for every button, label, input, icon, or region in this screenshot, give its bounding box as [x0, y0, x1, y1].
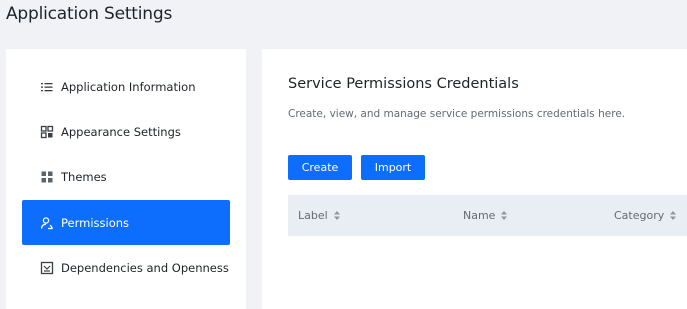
column-header-name[interactable]: Name: [463, 195, 508, 236]
sidebar-item-dependencies-and-openness[interactable]: Dependencies and Openness: [22, 245, 230, 290]
sidebar: Application Information Appearance Setti…: [6, 49, 246, 309]
tiles-icon: [40, 170, 54, 184]
sidebar-item-permissions[interactable]: Permissions: [22, 200, 230, 245]
sort-icon: [500, 210, 508, 221]
grid-layout-icon: [40, 125, 54, 139]
sort-icon: [669, 210, 677, 221]
column-header-text: Category: [614, 209, 665, 222]
list-icon: [40, 80, 54, 94]
sidebar-item-application-information[interactable]: Application Information: [22, 64, 230, 109]
page-title: Application Settings: [6, 4, 173, 24]
create-button[interactable]: Create: [288, 155, 352, 180]
table-header: Label Name Category: [288, 195, 687, 236]
user-permission-icon: [40, 216, 54, 230]
import-button[interactable]: Import: [361, 155, 425, 180]
sort-icon: [333, 210, 341, 221]
column-header-text: Name: [463, 209, 496, 222]
section-description: Create, view, and manage service permiss…: [288, 108, 626, 120]
sidebar-item-label: Application Information: [61, 79, 196, 94]
column-header-text: Label: [298, 209, 328, 222]
section-title: Service Permissions Credentials: [288, 76, 519, 92]
sidebar-item-label: Appearance Settings: [61, 124, 181, 139]
main-panel: Service Permissions Credentials Create, …: [262, 49, 687, 309]
dependency-icon: [40, 261, 54, 275]
sidebar-item-label: Themes: [61, 169, 107, 184]
sidebar-item-label: Permissions: [61, 215, 130, 230]
column-header-category[interactable]: Category: [614, 195, 677, 236]
sidebar-item-label: Dependencies and Openness: [61, 260, 229, 275]
sidebar-item-appearance-settings[interactable]: Appearance Settings: [22, 109, 230, 154]
column-header-label[interactable]: Label: [298, 195, 341, 236]
sidebar-item-themes[interactable]: Themes: [22, 154, 230, 199]
